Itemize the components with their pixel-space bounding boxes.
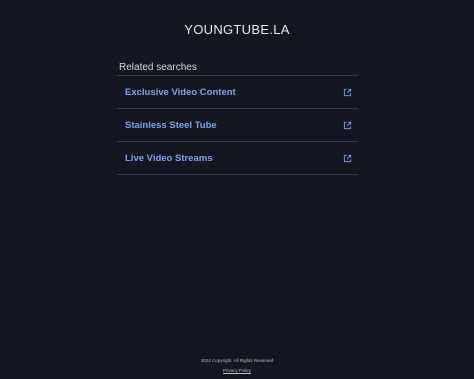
site-title: YOUNGTUBE.LA (184, 22, 290, 37)
external-link-icon (343, 121, 352, 130)
related-searches-heading: Related searches (117, 62, 358, 76)
copyright-text: 2024 Copyright. All Rights Reserved (200, 358, 274, 363)
footer: 2024 Copyright. All Rights Reserved Priv… (0, 358, 474, 373)
external-link-icon (343, 88, 352, 97)
related-search-label: Exclusive Video Content (125, 86, 236, 98)
related-search-label: Stainless Steel Tube (125, 119, 217, 131)
related-search-item[interactable]: Exclusive Video Content (117, 76, 358, 109)
related-search-item[interactable]: Live Video Streams (117, 142, 358, 175)
related-searches: Related searches Exclusive Video Content… (117, 62, 358, 175)
page: YOUNGTUBE.LA Related searches Exclusive … (0, 0, 474, 379)
external-link-icon (343, 154, 352, 163)
privacy-policy-link[interactable]: Privacy Policy (0, 368, 474, 373)
related-search-label: Live Video Streams (125, 152, 213, 164)
related-search-item[interactable]: Stainless Steel Tube (117, 109, 358, 142)
